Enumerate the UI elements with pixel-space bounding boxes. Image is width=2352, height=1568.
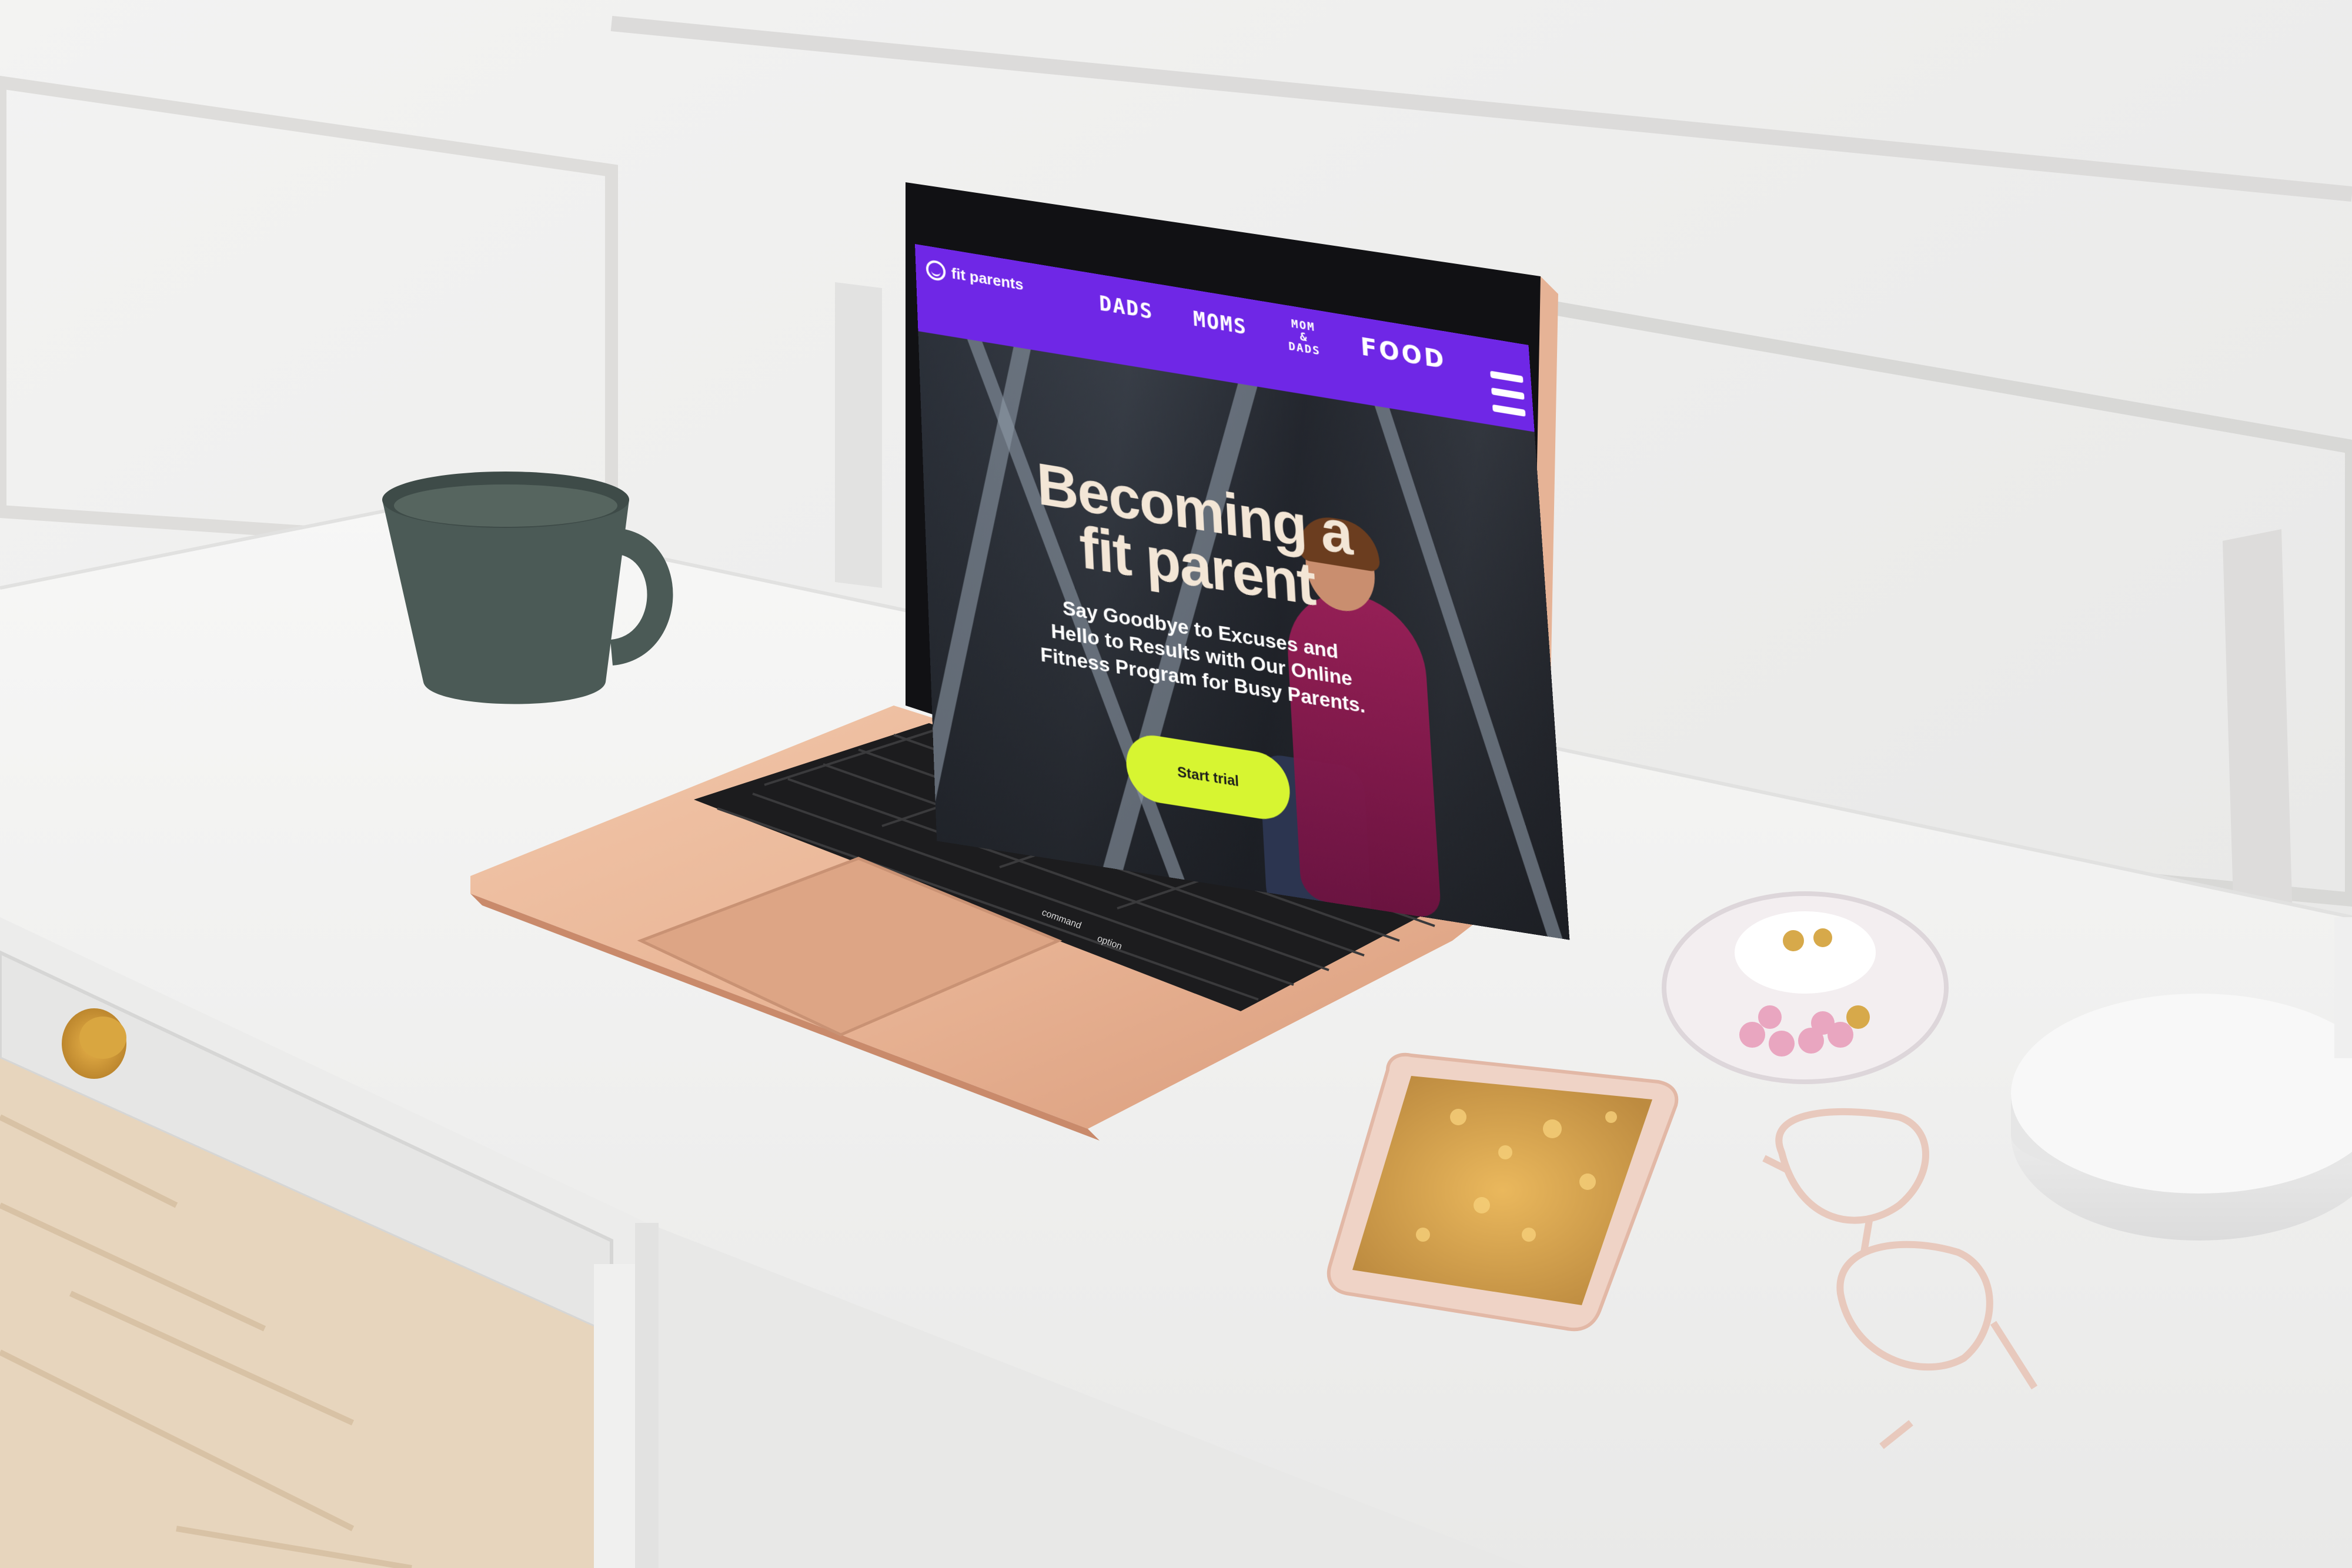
nav-food[interactable]: FOOD [1359, 332, 1446, 374]
nav-mom-dads[interactable]: MOM & DADS [1286, 316, 1322, 358]
laptop-screen: fit parents DADS MOMS MOM & DADS FOOD Be… [915, 244, 1570, 940]
photo-scene: fit parents DADS MOMS MOM & DADS FOOD Be… [0, 0, 2352, 1568]
nav-dads[interactable]: DADS [1098, 291, 1154, 324]
site-logo[interactable]: fit parents [926, 252, 1024, 302]
hamburger-menu-icon[interactable] [1490, 370, 1526, 417]
logo-text: fit parents [951, 264, 1024, 293]
nav-moms[interactable]: MOMS [1192, 307, 1248, 339]
smile-logo-icon [926, 259, 946, 282]
runner-photo-body [1284, 583, 1442, 920]
